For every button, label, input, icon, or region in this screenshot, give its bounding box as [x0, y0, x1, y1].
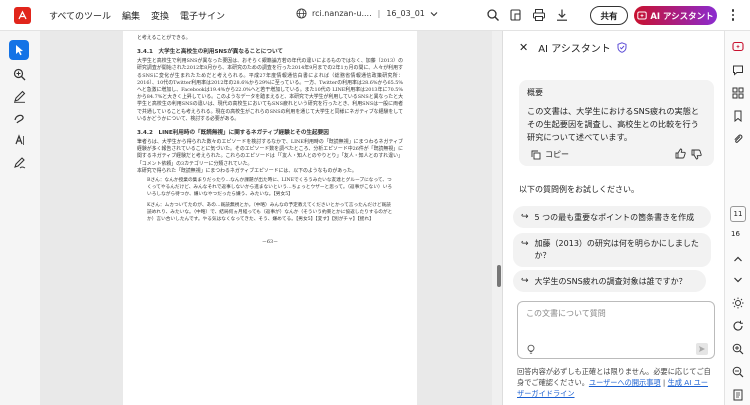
ai-chat-icon[interactable]	[732, 41, 744, 53]
thumbs-down-icon[interactable]	[691, 149, 702, 160]
menu-convert[interactable]: 変換	[151, 9, 169, 22]
select-tool-icon[interactable]	[9, 40, 29, 60]
copy-button[interactable]: コピー	[531, 149, 569, 160]
arrow-return-icon: ↪	[521, 239, 529, 249]
lightbulb-icon[interactable]	[526, 344, 536, 355]
path-separator-icon: |	[377, 9, 381, 18]
total-pages: 16	[731, 230, 740, 238]
share-button[interactable]: 共有	[590, 6, 628, 25]
bookmark-icon[interactable]	[732, 110, 744, 122]
file-name: 16_03_01	[386, 9, 425, 18]
suggestion-text-2: 加藤（2013）の研究は何を明らかにしましたか？	[534, 239, 699, 260]
disclaimer: 回答内容が必ずしも正確とは限りません。必要に応じてご自身でご確認ください。ユーザ…	[517, 366, 715, 399]
send-button[interactable]	[696, 343, 708, 355]
download-icon[interactable]	[555, 8, 569, 22]
panel-title: AI アシスタント	[538, 44, 611, 55]
copy-label: コピー	[545, 150, 569, 159]
menu-edit[interactable]: 編集	[122, 9, 140, 22]
chevron-down-icon[interactable]	[430, 10, 438, 18]
doc-paragraph-1: 大学生と高校生で利用SNSが異なった要因は、おそらく銀籍論方若の年代の違いによる…	[137, 58, 403, 122]
suggestions-label: 以下の質問例をお試しください。	[519, 185, 639, 194]
question-input-placeholder: この文書について質問	[526, 309, 606, 318]
doc-paragraph-2: 筆者らは、大学生から得られた数々のエピソードを検討するなかで、LINE利用時の「…	[137, 139, 403, 167]
summary-title: 概要	[527, 88, 543, 97]
ai-assistant-panel: ✕ AI アシスタント 概要 この文書は、大学生におけるSNS疲れの実態とその生…	[502, 31, 724, 405]
current-page-input[interactable]: 11	[730, 206, 746, 222]
comment-icon[interactable]	[732, 64, 744, 76]
panel-header: ✕ AI アシスタント	[519, 40, 627, 55]
top-toolbar: すべてのツール 編集 変換 電子サイン rci.nanzan-u.... | 1…	[0, 0, 750, 31]
highlight-tool-icon[interactable]	[732, 297, 744, 309]
left-toolbar	[0, 31, 40, 405]
file-source: rci.nanzan-u....	[312, 9, 372, 18]
pen-tool-icon[interactable]	[9, 86, 29, 106]
ai-assistant-label: AI アシスタント	[650, 11, 714, 22]
zoom-in-icon[interactable]	[732, 343, 744, 355]
doc-top-line: と考えることができる。	[137, 35, 191, 41]
doc-quote-b: Bさん：なんか授業の集まりだったり…なんか課題が出た時に、LINEでくろうみたい…	[147, 178, 393, 197]
thumbs-up-icon[interactable]	[675, 148, 686, 159]
main-menu: すべてのツール 編集 変換 電子サイン	[49, 9, 236, 22]
doc-paragraph-3: 本研究で得られた「既読無視」にまつわるネガティブエピソードには、以下のようなもの…	[137, 167, 357, 174]
suggestion-text-3: 大学生のSNS疲れの調査対象は誰ですか？	[534, 276, 687, 286]
save-to-cloud-icon[interactable]	[509, 8, 523, 22]
fit-page-icon[interactable]	[732, 389, 744, 401]
question-input[interactable]: この文書について質問	[517, 301, 715, 359]
arrow-return-icon: ↪	[521, 276, 529, 286]
ai-assistant-button[interactable]: AI アシスタント	[634, 6, 717, 25]
right-sidebar: 11 16	[724, 31, 750, 405]
suggestion-chip-3[interactable]: ↪ 大学生のSNS疲れの調査対象は誰ですか？	[513, 270, 706, 292]
file-location[interactable]: rci.nanzan-u.... | 16_03_01	[296, 8, 438, 19]
summary-body: この文書は、大学生におけるSNS疲れの実態とその生起要因を調査し、高校生との比較…	[527, 106, 700, 142]
zoom-out-icon[interactable]	[732, 366, 744, 378]
sign-tool-icon[interactable]	[9, 152, 29, 172]
print-icon[interactable]	[532, 8, 546, 22]
chevron-down-icon[interactable]	[732, 274, 744, 286]
menu-e-sign[interactable]: 電子サイン	[180, 9, 225, 22]
suggestion-chip-2[interactable]: ↪ 加藤（2013）の研究は何を明らかにしましたか？	[513, 233, 711, 267]
document-scrollbar[interactable]	[497, 265, 501, 287]
suggestion-chip-1[interactable]: ↪ 5 つの最も重要なポイントの箇条書きを作成	[513, 206, 711, 228]
copy-icon	[531, 150, 541, 159]
suggestion-text-1: 5 つの最も重要なポイントの箇条書きを作成	[534, 212, 695, 222]
doc-page-number: －63－	[261, 238, 279, 245]
text-tool-icon[interactable]	[9, 130, 29, 150]
refresh-icon[interactable]	[732, 320, 744, 332]
doc-section-heading-2: 3.4.2 LINE利用時の「既読無視」に関するネガティブ経験とその生起要因	[137, 130, 329, 137]
menu-all-tools[interactable]: すべてのツール	[49, 9, 111, 22]
close-icon[interactable]: ✕	[519, 41, 528, 54]
toolbar-icons	[486, 8, 578, 22]
link-separator: |	[660, 378, 668, 387]
more-options-icon[interactable]	[726, 8, 740, 22]
doc-section-heading-1: 3.4.1 大学生と高校生の利用SNSが異なることについて	[137, 49, 283, 56]
arrow-return-icon: ↪	[521, 212, 529, 222]
disclosure-link[interactable]: ユーザーへの開示事項	[589, 378, 661, 387]
doc-quote-k: Kさん：ムカついてたのが、あの…既読無視とか。（中略）みんなの予定教えてください…	[147, 203, 393, 223]
chevron-up-icon[interactable]	[732, 253, 744, 265]
zoom-tool-icon[interactable]	[9, 64, 29, 84]
thumbnails-icon[interactable]	[732, 87, 744, 99]
acrobat-logo-icon[interactable]	[14, 6, 31, 24]
shield-check-icon[interactable]	[617, 42, 627, 53]
document-viewer[interactable]: と考えることができる。 3.4.1 大学生と高校生の利用SNSが異なることについ…	[40, 31, 492, 405]
attachment-icon[interactable]	[732, 133, 744, 145]
send-icon	[699, 346, 705, 352]
draw-freehand-icon[interactable]	[9, 108, 29, 128]
pdf-page: と考えることができる。 3.4.1 大学生と高校生の利用SNSが異なることについ…	[123, 31, 417, 405]
globe-icon	[296, 8, 307, 19]
ai-sparkle-icon	[637, 11, 648, 19]
search-icon[interactable]	[486, 8, 500, 22]
